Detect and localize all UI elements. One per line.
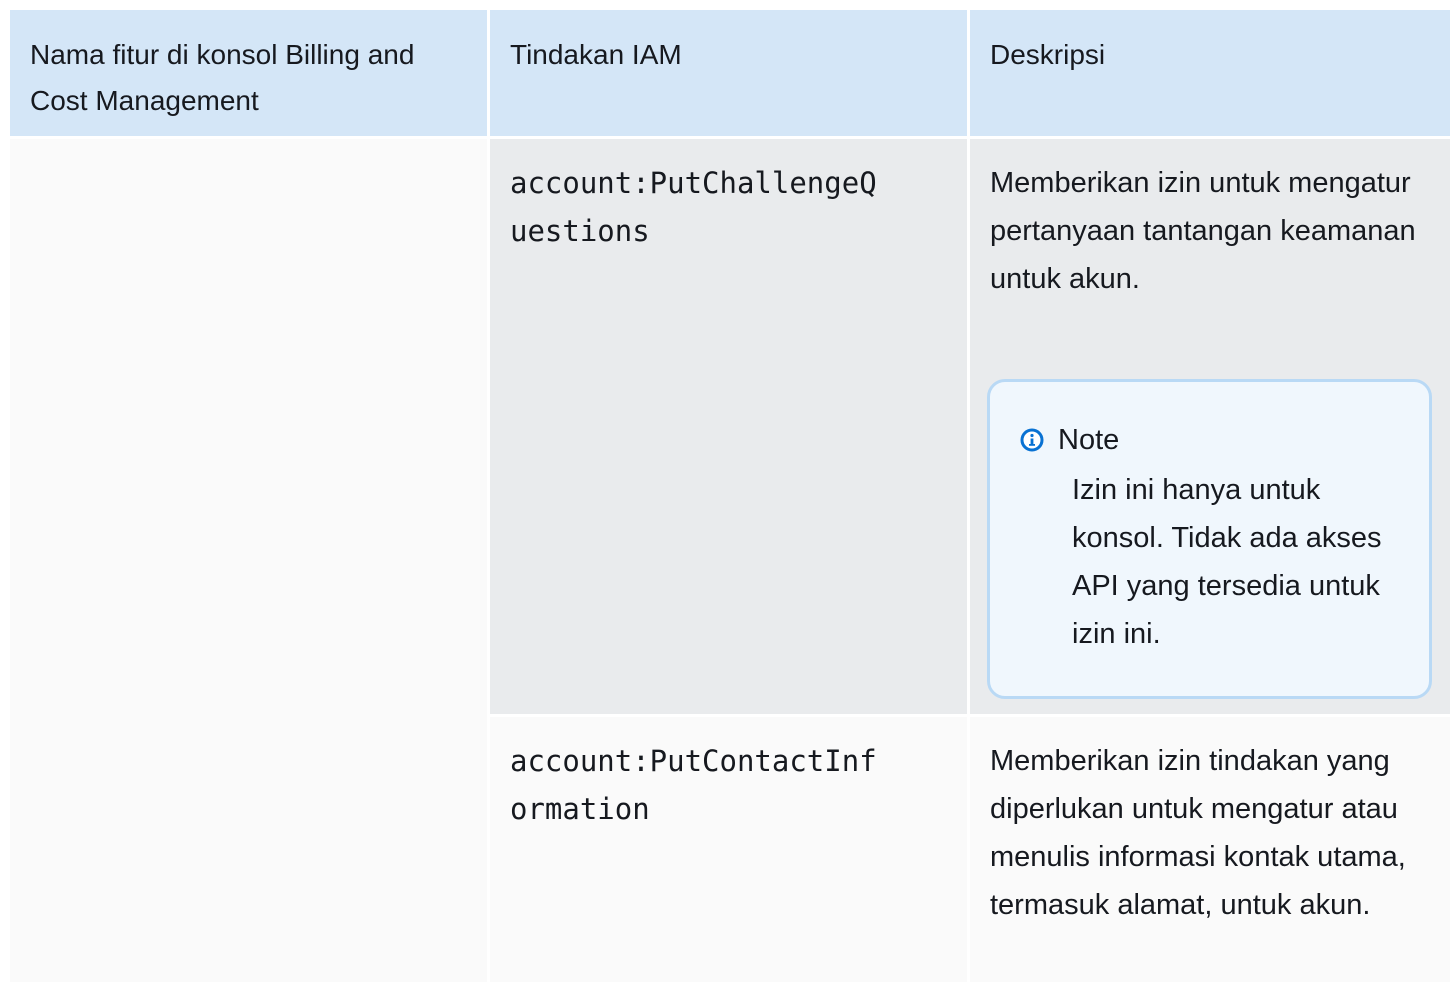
iam-action-code: account:PutChallengeQuestions [510, 166, 877, 248]
description-text: Memberikan izin untuk mengatur pertanyaa… [990, 167, 1416, 295]
iam-action-cell: account:PutContactInformation [490, 717, 967, 982]
feature-name-cell [10, 139, 487, 982]
description-cell: Memberikan izin untuk mengatur pertanyaa… [970, 139, 1450, 714]
iam-action-cell: account:PutChallengeQuestions [490, 139, 967, 714]
note-text: Izin ini hanya untuk konsol. Tidak ada a… [1072, 474, 1382, 650]
header-description: Deskripsi [970, 10, 1450, 136]
note-callout: Note Izin ini hanya untuk konsol. Tidak … [987, 379, 1432, 699]
note-title: Note [1058, 424, 1120, 456]
header-feature-name: Nama fitur di konsol Billing and Cost Ma… [10, 10, 487, 136]
info-icon [1020, 428, 1044, 452]
iam-action-code: account:PutContactInformation [510, 744, 877, 826]
description-text: Memberikan izin tindakan yang diperlukan… [990, 745, 1406, 921]
header-iam-action: Tindakan IAM [490, 10, 967, 136]
description-cell: Memberikan izin tindakan yang diperlukan… [970, 717, 1450, 982]
